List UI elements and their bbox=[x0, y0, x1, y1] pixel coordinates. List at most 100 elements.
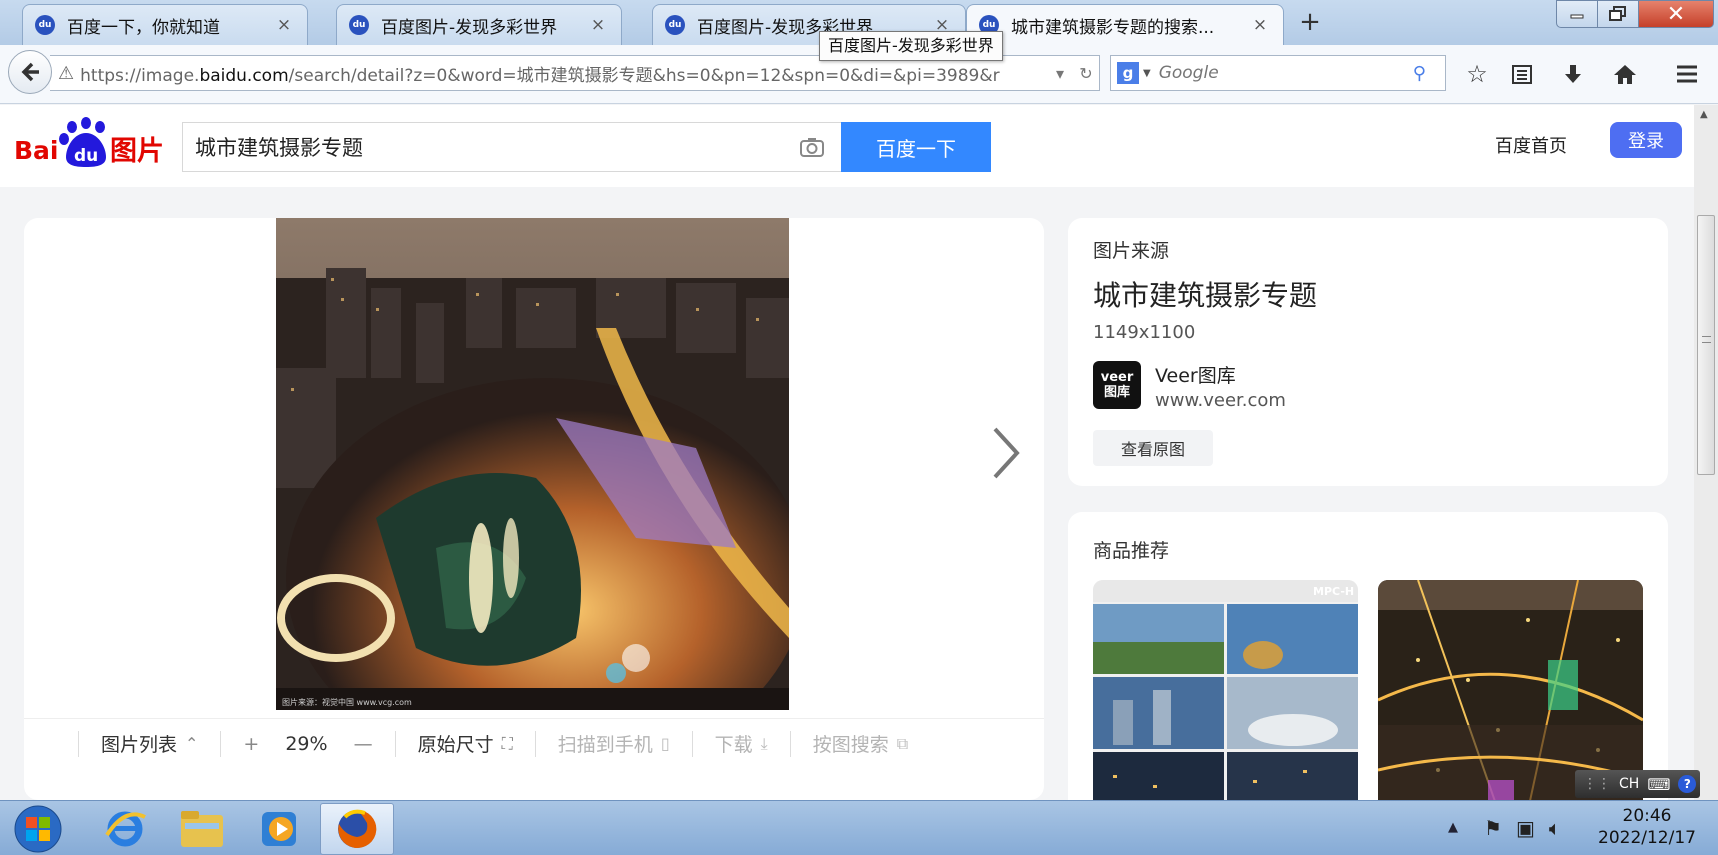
svg-text:图片: 图片 bbox=[110, 136, 164, 167]
system-clock[interactable]: 20:46 2022/12/17 bbox=[1582, 805, 1712, 849]
bookmark-star-icon[interactable]: ☆ bbox=[1460, 57, 1494, 91]
svg-text:Bai: Bai bbox=[14, 136, 59, 165]
taskbar-firefox[interactable] bbox=[320, 803, 394, 855]
google-engine-icon[interactable]: g bbox=[1117, 62, 1139, 84]
close-tab-icon[interactable]: × bbox=[1249, 15, 1271, 35]
taskbar-media-player[interactable] bbox=[242, 803, 316, 855]
baidu-image-logo[interactable]: Bai du 图片 bbox=[14, 117, 174, 177]
tab-label: 百度一下，你就知道 bbox=[67, 17, 220, 38]
image-search-box[interactable] bbox=[182, 122, 842, 172]
chevron-up-icon: ⌃ bbox=[185, 734, 199, 753]
toolbar-divider bbox=[394, 730, 396, 757]
bookmarks-menu-icon[interactable] bbox=[1505, 57, 1539, 91]
menu-icon[interactable] bbox=[1670, 57, 1704, 91]
tab-label: 城市建筑摄影专题的搜索... bbox=[1011, 17, 1215, 38]
goods-thumbnail[interactable] bbox=[1378, 580, 1643, 800]
zoom-in-button[interactable]: + bbox=[243, 733, 259, 755]
volume-icon[interactable]: 🔈︎ bbox=[1549, 816, 1561, 840]
scroll-up-icon[interactable]: ▲ bbox=[1700, 109, 1708, 120]
download-button[interactable]: 下载 ⤓ bbox=[715, 730, 768, 757]
web-page: Bai du 图片 百度一下 百度首页 登录 bbox=[0, 105, 1694, 800]
download-icon: ⤓ bbox=[760, 733, 768, 753]
veer-logo[interactable]: veer 图库 bbox=[1093, 361, 1141, 409]
goods-badge: MPC-H bbox=[1313, 585, 1354, 598]
firefox-icon bbox=[338, 809, 377, 848]
next-image-button[interactable] bbox=[984, 418, 1028, 488]
ime-language[interactable]: CH bbox=[1619, 776, 1639, 792]
web-search-input[interactable] bbox=[1158, 63, 1409, 83]
toolbar-divider bbox=[691, 730, 693, 757]
scroll-thumb[interactable] bbox=[1697, 215, 1715, 475]
image-title: 城市建筑摄影专题 bbox=[1093, 279, 1318, 312]
login-button[interactable]: 登录 bbox=[1610, 122, 1682, 158]
image-search-input[interactable] bbox=[195, 135, 792, 159]
search-by-image-button[interactable]: 按图搜索 ⧉ bbox=[813, 730, 908, 757]
tab-label: 百度图片-发现多彩世界 bbox=[381, 17, 558, 38]
tab-tooltip: 百度图片-发现多彩世界 bbox=[819, 31, 1003, 61]
phone-icon: ▯ bbox=[660, 734, 670, 753]
view-original-button[interactable]: 查看原图 bbox=[1093, 430, 1213, 466]
viewer-toolbar: 图片列表 ⌃ + 29% — 原始尺寸 ⛶ 扫描到手机 ▯ 下载 ⤓ 按图搜索 ⧉ bbox=[24, 718, 1044, 768]
clock-date: 2022/12/17 bbox=[1598, 828, 1696, 848]
scan-to-phone-button[interactable]: 扫描到手机 ▯ bbox=[558, 730, 670, 757]
goods-thumbnail[interactable]: MPC-H bbox=[1093, 580, 1358, 800]
source-site-name[interactable]: Veer图库 bbox=[1155, 361, 1236, 388]
warning-icon: ⚠ bbox=[58, 62, 75, 84]
recommended-goods-card: 商品推荐 MPC-H bbox=[1068, 512, 1668, 800]
minimize-icon bbox=[1570, 14, 1584, 19]
url-text: https://image.baidu.com/search/detail?z=… bbox=[80, 65, 1000, 86]
chevron-right-icon bbox=[993, 427, 1020, 479]
search-icon[interactable]: ⚲ bbox=[1413, 63, 1426, 84]
close-window-button[interactable]: ✕ bbox=[1638, 0, 1714, 28]
tab-baidu-home[interactable]: du 百度一下，你就知道 × bbox=[22, 4, 308, 45]
zoom-out-button[interactable]: — bbox=[354, 733, 373, 755]
start-button[interactable] bbox=[8, 803, 68, 855]
windows-start-icon bbox=[14, 805, 62, 853]
engine-dropdown-icon[interactable]: ▼ bbox=[1143, 68, 1151, 79]
image-list-button[interactable]: 图片列表 ⌃ bbox=[101, 730, 198, 757]
clock-time: 20:46 bbox=[1622, 806, 1672, 826]
maximize-button[interactable] bbox=[1597, 0, 1639, 28]
action-center-flag-icon[interactable]: ⚑ bbox=[1484, 816, 1502, 840]
image-dimensions: 1149x1100 bbox=[1093, 322, 1196, 343]
source-site-domain[interactable]: www.veer.com bbox=[1155, 390, 1286, 411]
page-scrollbar[interactable]: ▲ bbox=[1694, 105, 1718, 800]
keyboard-icon[interactable]: ⌨ bbox=[1647, 775, 1670, 794]
toolbar-divider bbox=[534, 730, 536, 757]
search-button[interactable]: 百度一下 bbox=[841, 122, 991, 172]
minimize-button[interactable] bbox=[1556, 0, 1598, 28]
fit-frame-icon: ⛶ bbox=[501, 733, 513, 753]
reload-icon[interactable]: ↻ bbox=[1073, 64, 1099, 83]
original-size-button[interactable]: 原始尺寸 ⛶ bbox=[418, 730, 513, 757]
dropdown-arrow-icon[interactable]: ▾ bbox=[1047, 64, 1073, 83]
back-arrow-icon bbox=[21, 62, 39, 82]
show-hidden-icons-icon[interactable]: ▲ bbox=[1448, 820, 1458, 835]
ime-toolbar[interactable]: ⋮⋮ CH ⌨ ? bbox=[1575, 770, 1700, 798]
taskbar-explorer[interactable] bbox=[165, 803, 239, 855]
close-tab-icon[interactable]: × bbox=[273, 15, 295, 35]
image-viewer: 图片来源：视觉中国 www.vcg.com 图片列表 ⌃ + 29% — 原始尺寸… bbox=[24, 218, 1044, 800]
baidu-home-link[interactable]: 百度首页 bbox=[1495, 127, 1567, 167]
goods-heading: 商品推荐 bbox=[1093, 540, 1170, 562]
tab-search-result[interactable]: du 城市建筑摄影专题的搜索... × bbox=[966, 4, 1284, 45]
back-button[interactable] bbox=[8, 50, 52, 94]
close-tab-icon[interactable]: × bbox=[587, 15, 609, 35]
image-search-icon: ⧉ bbox=[896, 733, 909, 753]
page-header: Bai du 图片 百度一下 百度首页 登录 bbox=[0, 105, 1694, 187]
baidu-favicon-icon: du bbox=[349, 15, 369, 35]
taskbar-ie[interactable] bbox=[88, 803, 162, 855]
web-search-box[interactable]: g ▼ ⚲ bbox=[1110, 55, 1446, 91]
network-icon[interactable]: ▣ bbox=[1516, 816, 1535, 840]
home-icon[interactable] bbox=[1608, 57, 1642, 91]
restore-icon bbox=[1609, 6, 1626, 21]
zoom-level: 29% bbox=[285, 732, 328, 755]
tab-baidu-image-1[interactable]: du 百度图片-发现多彩世界 × bbox=[336, 4, 622, 45]
help-icon[interactable]: ? bbox=[1678, 775, 1697, 793]
new-tab-button[interactable]: + bbox=[1295, 8, 1325, 38]
internet-explorer-icon bbox=[105, 811, 146, 847]
camera-icon[interactable] bbox=[792, 127, 832, 167]
preview-image[interactable]: 图片来源：视觉中国 www.vcg.com bbox=[276, 218, 789, 710]
download-icon[interactable] bbox=[1556, 57, 1590, 91]
grip-icon: ⋮⋮ bbox=[1583, 776, 1611, 792]
baidu-favicon-icon: du bbox=[665, 15, 685, 35]
